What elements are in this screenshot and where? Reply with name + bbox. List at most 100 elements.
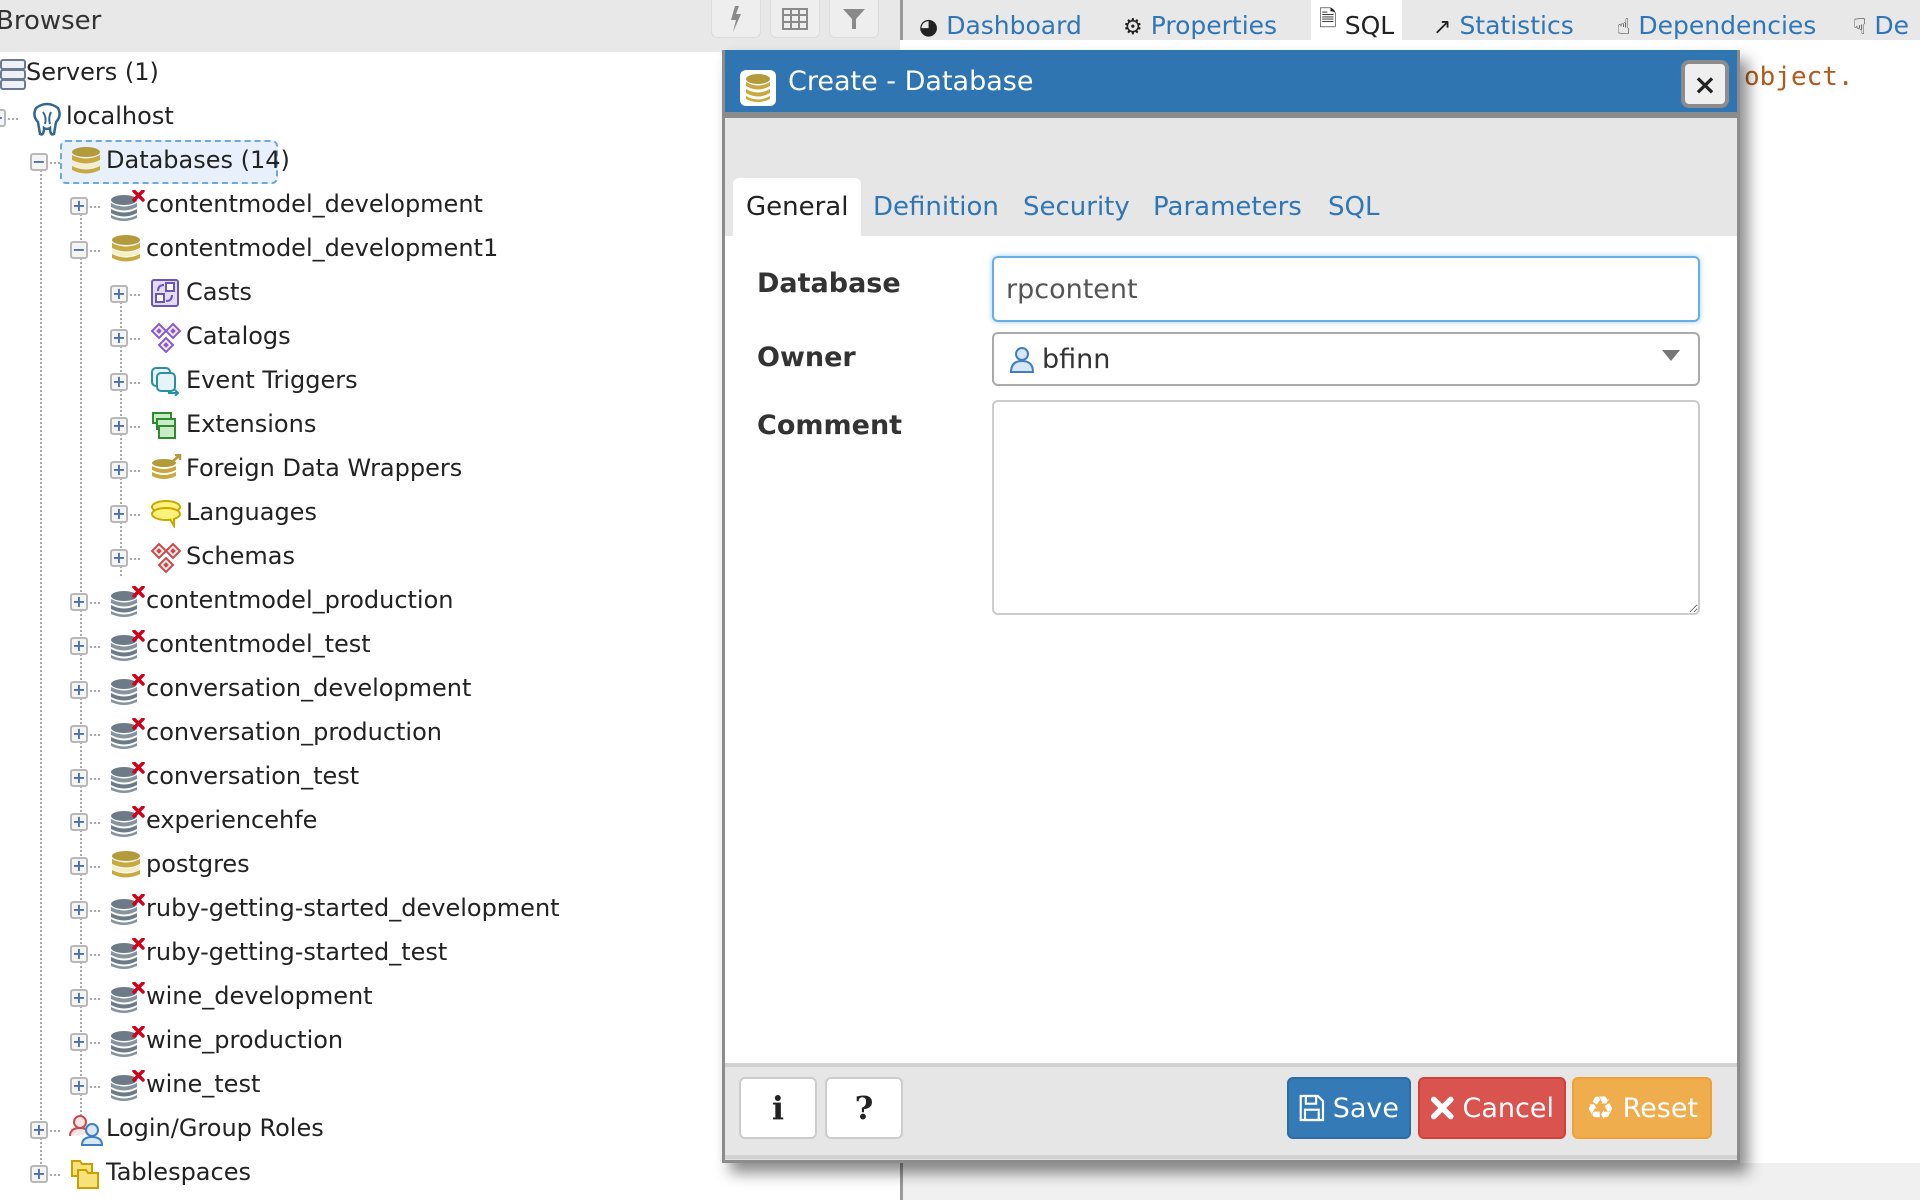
tree-node-label: Tablespaces [106, 1158, 251, 1186]
tree-node-label: wine_production [146, 1026, 344, 1054]
expand-icon[interactable]: + [110, 549, 128, 567]
tree-node-schemas[interactable]: + Schemas [0, 536, 720, 580]
tree-node-casts[interactable]: + Casts [0, 272, 720, 316]
expand-icon[interactable]: + [70, 945, 88, 963]
tree-node-database[interactable]: + contentmodel_production [0, 580, 720, 624]
expand-icon[interactable]: + [30, 1165, 48, 1183]
tab-dashboard[interactable]: ◕ Dashboard [919, 0, 1082, 40]
sql-pane [1740, 52, 1920, 1200]
database-disconnected-icon [110, 981, 145, 1014]
tab-parameters[interactable]: Parameters [1140, 178, 1315, 236]
expand-icon[interactable]: + [70, 989, 88, 1007]
expand-icon[interactable]: + [70, 813, 88, 831]
expand-icon[interactable]: + [70, 593, 88, 611]
owner-select[interactable]: bfinn [992, 332, 1700, 386]
cancel-button[interactable]: Cancel [1418, 1077, 1566, 1139]
expand-icon[interactable]: + [110, 373, 128, 391]
expand-icon[interactable]: + [110, 461, 128, 479]
create-database-dialog: Create - Database × General Definition S… [722, 50, 1740, 1163]
reset-button[interactable]: ♻ Reset [1572, 1077, 1712, 1139]
tree-node-servers[interactable]: Servers (1) [0, 52, 720, 96]
dialog-header[interactable]: Create - Database × [725, 50, 1737, 118]
tree-node-label: localhost [66, 102, 174, 130]
tree-node-label: ruby-getting-started_development [146, 894, 560, 922]
tree-connector [130, 558, 140, 560]
expand-icon[interactable]: + [70, 1033, 88, 1051]
tree-node-database[interactable]: + wine_development [0, 976, 720, 1020]
tree-connector [50, 1130, 60, 1132]
dependencies-icon: ☝ [1617, 15, 1631, 40]
tree-node-label: Event Triggers [186, 366, 358, 394]
tree-node-foreign-data-wrappers[interactable]: + Foreign Data Wrappers [0, 448, 720, 492]
tab-definition[interactable]: Definition [860, 178, 1012, 236]
expand-icon[interactable]: + [110, 329, 128, 347]
query-tool-button[interactable] [711, 0, 761, 38]
tree-node-database[interactable]: + wine_production [0, 1020, 720, 1064]
tree-node-databases[interactable]: − Databases (14) [0, 140, 720, 184]
tab-statistics[interactable]: ↗ Statistics [1433, 0, 1574, 40]
comment-textarea[interactable] [992, 400, 1700, 615]
tree-node-database[interactable]: + ruby-getting-started_development [0, 888, 720, 932]
help-button[interactable]: ? [825, 1077, 903, 1139]
tree-node-database[interactable]: + contentmodel_test [0, 624, 720, 668]
tab-general[interactable]: General [733, 178, 862, 236]
tree-node-tablespaces[interactable]: + Tablespaces [0, 1152, 720, 1196]
tab-sql[interactable]: 🗎 SQL [1311, 0, 1403, 40]
tree-node-database[interactable]: + wine_test [0, 1064, 720, 1108]
tab-dependents[interactable]: ☟ De [1853, 0, 1909, 40]
tree-node-event-triggers[interactable]: + Event Triggers [0, 360, 720, 404]
tab-sql-dialog[interactable]: SQL [1315, 178, 1392, 236]
tree-node-label: postgres [146, 850, 250, 878]
tree-node-login-roles[interactable]: + Login/Group Roles [0, 1108, 720, 1152]
cancel-icon [1430, 1096, 1454, 1120]
tree-connector [90, 646, 100, 648]
expand-icon[interactable]: + [70, 857, 88, 875]
tree-node-database[interactable]: + contentmodel_development [0, 184, 720, 228]
dialog-body: Database Owner bfinn Comment [725, 236, 1737, 1109]
database-name-input[interactable] [992, 256, 1700, 322]
expand-icon[interactable]: + [70, 681, 88, 699]
expand-icon[interactable]: + [70, 769, 88, 787]
dialog-footer: i ? Save Cancel ♻ Reset [725, 1063, 1737, 1159]
tree-node-database[interactable]: + conversation_development [0, 668, 720, 712]
owner-label: Owner [757, 342, 856, 373]
tree-node-localhost[interactable]: − localhost [0, 96, 720, 140]
expand-icon[interactable]: + [110, 285, 128, 303]
expand-icon[interactable]: + [110, 417, 128, 435]
close-button[interactable]: × [1681, 60, 1729, 108]
tree-node-database[interactable]: − contentmodel_development1 [0, 228, 720, 272]
tab-dependencies[interactable]: ☝ Dependencies [1617, 0, 1816, 40]
expand-icon[interactable]: + [70, 901, 88, 919]
tree-node-database[interactable]: + postgres [0, 844, 720, 888]
tree-node-database[interactable]: + conversation_test [0, 756, 720, 800]
expand-icon[interactable]: + [70, 197, 88, 215]
tree-node-extensions[interactable]: + Extensions [0, 404, 720, 448]
tree-node-database[interactable]: + conversation_production [0, 712, 720, 756]
expand-icon[interactable]: + [110, 505, 128, 523]
expand-icon[interactable]: + [70, 725, 88, 743]
database-connected-icon [110, 850, 142, 882]
schemas-icon [150, 542, 182, 574]
tree-connector [130, 426, 140, 428]
tree-node-languages[interactable]: + Languages [0, 492, 720, 536]
expand-icon[interactable]: + [30, 1121, 48, 1139]
collapse-icon[interactable]: − [30, 153, 48, 171]
collapse-icon[interactable]: − [70, 241, 88, 259]
tree-node-catalogs[interactable]: + Catalogs [0, 316, 720, 360]
comment-label: Comment [757, 410, 903, 441]
tree-node-label: experiencehfe [146, 806, 318, 834]
database-disconnected-icon [110, 893, 145, 926]
tab-security[interactable]: Security [1010, 178, 1143, 236]
expand-icon[interactable]: + [70, 637, 88, 655]
tab-properties[interactable]: ⚙ Properties [1123, 0, 1277, 40]
expand-icon[interactable]: + [70, 1077, 88, 1095]
info-button[interactable]: i [739, 1077, 817, 1139]
view-data-button[interactable] [770, 0, 820, 38]
tree-node-database[interactable]: + experiencehfe [0, 800, 720, 844]
tree-node-database[interactable]: + ruby-getting-started_test [0, 932, 720, 976]
database-connected-icon [110, 234, 142, 266]
collapse-icon[interactable]: − [0, 109, 6, 127]
user-icon [1009, 347, 1035, 373]
filter-button[interactable] [829, 0, 879, 38]
save-button[interactable]: Save [1287, 1077, 1411, 1139]
